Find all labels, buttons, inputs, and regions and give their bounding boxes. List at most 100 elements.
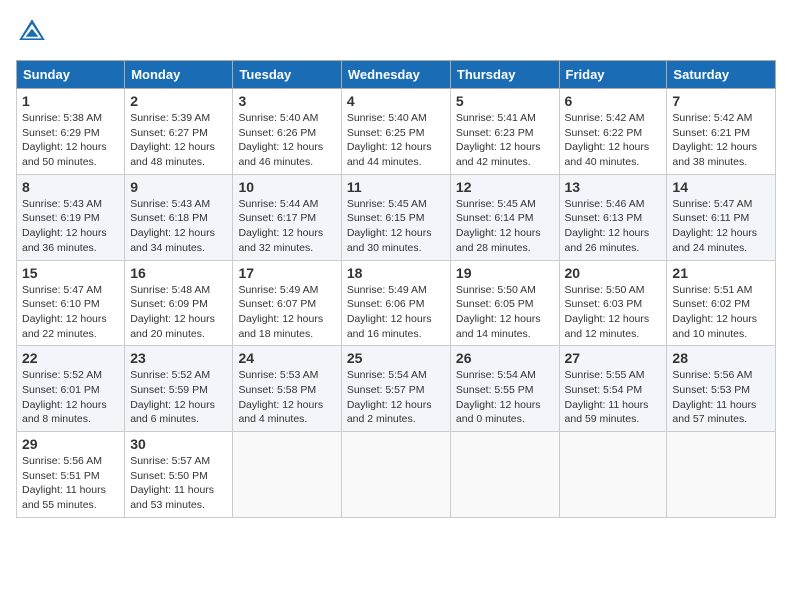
day-detail: Sunrise: 5:46 AMSunset: 6:13 PMDaylight:…: [565, 198, 650, 254]
calendar-day-cell: 19 Sunrise: 5:50 AMSunset: 6:05 PMDaylig…: [450, 260, 559, 346]
day-number: 13: [565, 179, 662, 195]
calendar-body: 1 Sunrise: 5:38 AMSunset: 6:29 PMDayligh…: [17, 89, 776, 518]
calendar-day-cell: 16 Sunrise: 5:48 AMSunset: 6:09 PMDaylig…: [125, 260, 233, 346]
calendar-day-cell: 18 Sunrise: 5:49 AMSunset: 6:06 PMDaylig…: [341, 260, 450, 346]
day-number: 4: [347, 93, 445, 109]
day-detail: Sunrise: 5:56 AMSunset: 5:53 PMDaylight:…: [672, 369, 756, 425]
day-of-week-header: Thursday: [450, 61, 559, 89]
day-number: 9: [130, 179, 227, 195]
calendar-day-cell: 15 Sunrise: 5:47 AMSunset: 6:10 PMDaylig…: [17, 260, 125, 346]
day-detail: Sunrise: 5:48 AMSunset: 6:09 PMDaylight:…: [130, 284, 215, 340]
calendar-day-cell: 25 Sunrise: 5:54 AMSunset: 5:57 PMDaylig…: [341, 346, 450, 432]
day-number: 18: [347, 265, 445, 281]
calendar-day-cell: 22 Sunrise: 5:52 AMSunset: 6:01 PMDaylig…: [17, 346, 125, 432]
day-number: 27: [565, 350, 662, 366]
calendar-day-cell: 9 Sunrise: 5:43 AMSunset: 6:18 PMDayligh…: [125, 174, 233, 260]
day-number: 29: [22, 436, 119, 452]
logo: [16, 16, 52, 48]
day-number: 23: [130, 350, 227, 366]
day-detail: Sunrise: 5:45 AMSunset: 6:15 PMDaylight:…: [347, 198, 432, 254]
day-detail: Sunrise: 5:42 AMSunset: 6:22 PMDaylight:…: [565, 112, 650, 168]
day-detail: Sunrise: 5:41 AMSunset: 6:23 PMDaylight:…: [456, 112, 541, 168]
calendar-day-cell: 24 Sunrise: 5:53 AMSunset: 5:58 PMDaylig…: [233, 346, 341, 432]
calendar-day-cell: [450, 432, 559, 518]
day-number: 19: [456, 265, 554, 281]
day-number: 16: [130, 265, 227, 281]
day-of-week-header: Sunday: [17, 61, 125, 89]
day-number: 7: [672, 93, 770, 109]
day-number: 21: [672, 265, 770, 281]
day-of-week-header: Tuesday: [233, 61, 341, 89]
day-detail: Sunrise: 5:43 AMSunset: 6:18 PMDaylight:…: [130, 198, 215, 254]
calendar-day-cell: 20 Sunrise: 5:50 AMSunset: 6:03 PMDaylig…: [559, 260, 667, 346]
day-number: 30: [130, 436, 227, 452]
day-of-week-header: Monday: [125, 61, 233, 89]
day-number: 1: [22, 93, 119, 109]
calendar-week-row: 29 Sunrise: 5:56 AMSunset: 5:51 PMDaylig…: [17, 432, 776, 518]
calendar-day-cell: 11 Sunrise: 5:45 AMSunset: 6:15 PMDaylig…: [341, 174, 450, 260]
day-detail: Sunrise: 5:49 AMSunset: 6:06 PMDaylight:…: [347, 284, 432, 340]
day-detail: Sunrise: 5:57 AMSunset: 5:50 PMDaylight:…: [130, 455, 214, 511]
calendar-day-cell: [667, 432, 776, 518]
calendar-day-cell: 8 Sunrise: 5:43 AMSunset: 6:19 PMDayligh…: [17, 174, 125, 260]
day-number: 3: [238, 93, 335, 109]
calendar-day-cell: 14 Sunrise: 5:47 AMSunset: 6:11 PMDaylig…: [667, 174, 776, 260]
day-detail: Sunrise: 5:50 AMSunset: 6:05 PMDaylight:…: [456, 284, 541, 340]
day-number: 25: [347, 350, 445, 366]
calendar-day-cell: [233, 432, 341, 518]
day-detail: Sunrise: 5:39 AMSunset: 6:27 PMDaylight:…: [130, 112, 215, 168]
day-number: 5: [456, 93, 554, 109]
calendar-day-cell: 5 Sunrise: 5:41 AMSunset: 6:23 PMDayligh…: [450, 89, 559, 175]
day-detail: Sunrise: 5:56 AMSunset: 5:51 PMDaylight:…: [22, 455, 106, 511]
calendar-week-row: 15 Sunrise: 5:47 AMSunset: 6:10 PMDaylig…: [17, 260, 776, 346]
day-number: 15: [22, 265, 119, 281]
day-number: 2: [130, 93, 227, 109]
day-detail: Sunrise: 5:38 AMSunset: 6:29 PMDaylight:…: [22, 112, 107, 168]
calendar-day-cell: 23 Sunrise: 5:52 AMSunset: 5:59 PMDaylig…: [125, 346, 233, 432]
calendar-day-cell: 29 Sunrise: 5:56 AMSunset: 5:51 PMDaylig…: [17, 432, 125, 518]
day-detail: Sunrise: 5:40 AMSunset: 6:26 PMDaylight:…: [238, 112, 323, 168]
calendar-week-row: 22 Sunrise: 5:52 AMSunset: 6:01 PMDaylig…: [17, 346, 776, 432]
day-detail: Sunrise: 5:40 AMSunset: 6:25 PMDaylight:…: [347, 112, 432, 168]
day-detail: Sunrise: 5:42 AMSunset: 6:21 PMDaylight:…: [672, 112, 757, 168]
day-detail: Sunrise: 5:47 AMSunset: 6:10 PMDaylight:…: [22, 284, 107, 340]
calendar-header-row: SundayMondayTuesdayWednesdayThursdayFrid…: [17, 61, 776, 89]
day-detail: Sunrise: 5:51 AMSunset: 6:02 PMDaylight:…: [672, 284, 757, 340]
calendar-day-cell: [341, 432, 450, 518]
calendar-day-cell: 28 Sunrise: 5:56 AMSunset: 5:53 PMDaylig…: [667, 346, 776, 432]
calendar-table: SundayMondayTuesdayWednesdayThursdayFrid…: [16, 60, 776, 518]
day-detail: Sunrise: 5:54 AMSunset: 5:57 PMDaylight:…: [347, 369, 432, 425]
calendar-day-cell: 10 Sunrise: 5:44 AMSunset: 6:17 PMDaylig…: [233, 174, 341, 260]
day-detail: Sunrise: 5:44 AMSunset: 6:17 PMDaylight:…: [238, 198, 323, 254]
calendar-day-cell: 13 Sunrise: 5:46 AMSunset: 6:13 PMDaylig…: [559, 174, 667, 260]
calendar-day-cell: 3 Sunrise: 5:40 AMSunset: 6:26 PMDayligh…: [233, 89, 341, 175]
day-detail: Sunrise: 5:52 AMSunset: 6:01 PMDaylight:…: [22, 369, 107, 425]
calendar-day-cell: 6 Sunrise: 5:42 AMSunset: 6:22 PMDayligh…: [559, 89, 667, 175]
day-detail: Sunrise: 5:54 AMSunset: 5:55 PMDaylight:…: [456, 369, 541, 425]
day-number: 6: [565, 93, 662, 109]
day-detail: Sunrise: 5:50 AMSunset: 6:03 PMDaylight:…: [565, 284, 650, 340]
calendar-day-cell: 7 Sunrise: 5:42 AMSunset: 6:21 PMDayligh…: [667, 89, 776, 175]
day-number: 11: [347, 179, 445, 195]
calendar-day-cell: [559, 432, 667, 518]
day-number: 26: [456, 350, 554, 366]
day-number: 24: [238, 350, 335, 366]
calendar-week-row: 1 Sunrise: 5:38 AMSunset: 6:29 PMDayligh…: [17, 89, 776, 175]
day-detail: Sunrise: 5:47 AMSunset: 6:11 PMDaylight:…: [672, 198, 757, 254]
day-number: 28: [672, 350, 770, 366]
day-number: 12: [456, 179, 554, 195]
day-number: 20: [565, 265, 662, 281]
logo-icon: [16, 16, 48, 48]
day-detail: Sunrise: 5:53 AMSunset: 5:58 PMDaylight:…: [238, 369, 323, 425]
calendar-day-cell: 4 Sunrise: 5:40 AMSunset: 6:25 PMDayligh…: [341, 89, 450, 175]
day-of-week-header: Wednesday: [341, 61, 450, 89]
day-detail: Sunrise: 5:43 AMSunset: 6:19 PMDaylight:…: [22, 198, 107, 254]
day-detail: Sunrise: 5:49 AMSunset: 6:07 PMDaylight:…: [238, 284, 323, 340]
calendar-day-cell: 26 Sunrise: 5:54 AMSunset: 5:55 PMDaylig…: [450, 346, 559, 432]
day-number: 22: [22, 350, 119, 366]
calendar-day-cell: 1 Sunrise: 5:38 AMSunset: 6:29 PMDayligh…: [17, 89, 125, 175]
day-detail: Sunrise: 5:52 AMSunset: 5:59 PMDaylight:…: [130, 369, 215, 425]
day-number: 10: [238, 179, 335, 195]
day-number: 17: [238, 265, 335, 281]
calendar-day-cell: 12 Sunrise: 5:45 AMSunset: 6:14 PMDaylig…: [450, 174, 559, 260]
